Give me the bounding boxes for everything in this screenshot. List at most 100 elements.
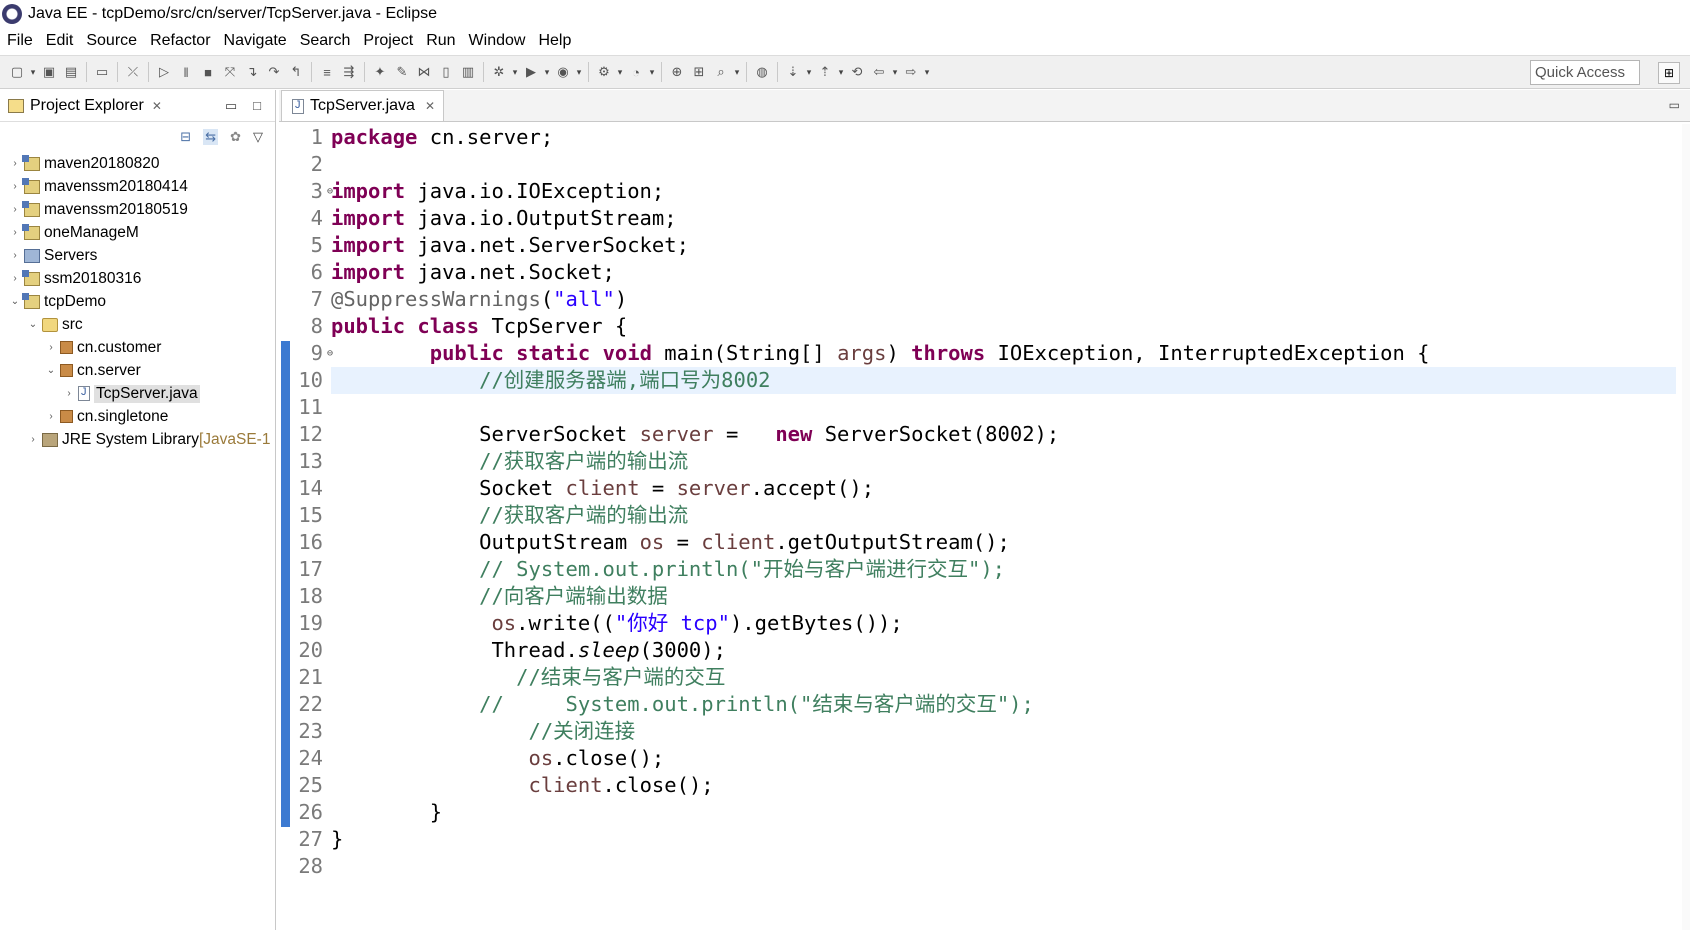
- tree-item[interactable]: › ssm20180316: [0, 267, 275, 290]
- run-icon[interactable]: ▶: [520, 61, 542, 83]
- menu-search[interactable]: Search: [293, 32, 357, 50]
- chevron-right-icon[interactable]: ›: [44, 342, 58, 353]
- terminal-icon[interactable]: ▭: [91, 61, 113, 83]
- chevron-right-icon[interactable]: ›: [62, 388, 76, 399]
- close-icon[interactable]: ✕: [425, 99, 435, 113]
- menu-window[interactable]: Window: [462, 32, 532, 50]
- tree-item[interactable]: › cn.customer: [0, 336, 275, 359]
- back-icon[interactable]: ⇦: [868, 61, 890, 83]
- chevron-right-icon[interactable]: ›: [44, 411, 58, 422]
- tree-item[interactable]: ⌄ cn.server: [0, 359, 275, 382]
- chevron-down-icon[interactable]: ⌄: [44, 365, 58, 376]
- code-line[interactable]: }: [331, 826, 1676, 853]
- debug-icon[interactable]: ✲: [488, 61, 510, 83]
- code-line[interactable]: package cn.server;: [331, 124, 1676, 151]
- last-edit-icon[interactable]: ⟲: [846, 61, 868, 83]
- open-task-icon[interactable]: ⊞: [688, 61, 710, 83]
- dropdown-arrow-icon[interactable]: ▾: [510, 67, 520, 78]
- quick-access-input[interactable]: Quick Access: [1530, 60, 1640, 85]
- code-line[interactable]: //获取客户端的输出流: [331, 502, 1676, 529]
- code-line[interactable]: //获取客户端的输出流: [331, 448, 1676, 475]
- vertical-scrollbar[interactable]: [1682, 124, 1690, 930]
- dropdown-arrow-icon[interactable]: ▾: [922, 67, 932, 78]
- tree-item[interactable]: › oneManageM: [0, 221, 275, 244]
- highlight-icon[interactable]: ⋈: [413, 61, 435, 83]
- new-java-project-icon[interactable]: ✦: [369, 61, 391, 83]
- code-line[interactable]: //关闭连接: [331, 718, 1676, 745]
- code-line[interactable]: [331, 853, 1676, 880]
- code-line[interactable]: // System.out.println("结束与客户端的交互");: [331, 691, 1676, 718]
- view-menu-icon[interactable]: ▽: [253, 129, 263, 145]
- toggle-mark-icon[interactable]: ✎: [391, 61, 413, 83]
- code-text[interactable]: package cn.server; import java.io.IOExce…: [331, 124, 1676, 880]
- terminate-icon[interactable]: ■: [197, 61, 219, 83]
- menu-refactor[interactable]: Refactor: [143, 32, 216, 50]
- tree-item[interactable]: › TcpServer.java: [0, 382, 275, 405]
- save-all-icon[interactable]: ▤: [60, 61, 82, 83]
- dropdown-arrow-icon[interactable]: ▾: [647, 67, 657, 78]
- tree-item[interactable]: › mavenssm20180414: [0, 175, 275, 198]
- collapse-all-icon[interactable]: ⊟: [180, 129, 191, 145]
- step-return-icon[interactable]: ↰: [285, 61, 307, 83]
- menu-source[interactable]: Source: [79, 32, 143, 50]
- forward-icon[interactable]: ⇨: [900, 61, 922, 83]
- tree-item[interactable]: › Servers: [0, 244, 275, 267]
- code-line[interactable]: //结束与客户端的交互: [331, 664, 1676, 691]
- code-line[interactable]: import java.io.IOException;: [331, 178, 1676, 205]
- dropdown-arrow-icon[interactable]: ▾: [836, 67, 846, 78]
- chevron-right-icon[interactable]: ›: [8, 227, 22, 238]
- dropdown-arrow-icon[interactable]: ▾: [615, 67, 625, 78]
- chevron-right-icon[interactable]: ›: [8, 181, 22, 192]
- open-perspective-icon[interactable]: ⊞: [1658, 62, 1680, 84]
- menu-edit[interactable]: Edit: [39, 32, 80, 50]
- tree-item[interactable]: › JRE System Library [JavaSE-1: [0, 428, 275, 451]
- tree-item[interactable]: › mavenssm20180519: [0, 198, 275, 221]
- prev-annotation-icon[interactable]: ⇡: [814, 61, 836, 83]
- chevron-right-icon[interactable]: ›: [8, 204, 22, 215]
- code-line[interactable]: [331, 151, 1676, 178]
- menu-navigate[interactable]: Navigate: [217, 32, 293, 50]
- code-line[interactable]: //创建服务器端,端口号为8002: [331, 367, 1676, 394]
- editor-tab-tcpserver[interactable]: TcpServer.java ✕: [281, 90, 444, 121]
- dropdown-arrow-icon[interactable]: ▾: [804, 67, 814, 78]
- menu-project[interactable]: Project: [356, 32, 419, 50]
- coverage-icon[interactable]: ◉: [552, 61, 574, 83]
- minimize-icon[interactable]: ▭: [1669, 98, 1680, 112]
- web-browser-icon[interactable]: ◍: [751, 61, 773, 83]
- code-line[interactable]: //向客户端输出数据: [331, 583, 1676, 610]
- resume-icon[interactable]: ▷: [153, 61, 175, 83]
- save-icon[interactable]: ▣: [38, 61, 60, 83]
- code-line[interactable]: import java.net.Socket;: [331, 259, 1676, 286]
- next-annotation-icon[interactable]: ⇣: [782, 61, 804, 83]
- code-line[interactable]: public class TcpServer {: [331, 313, 1676, 340]
- step-over-icon[interactable]: ↷: [263, 61, 285, 83]
- dropdown-arrow-icon[interactable]: ▾: [732, 67, 742, 78]
- code-line[interactable]: }: [331, 799, 1676, 826]
- block-selection-icon[interactable]: ▥: [457, 61, 479, 83]
- code-line[interactable]: [331, 394, 1676, 421]
- code-line[interactable]: client.close();: [331, 772, 1676, 799]
- link-with-editor-icon[interactable]: ⇆: [203, 129, 219, 145]
- new-icon[interactable]: ▢: [6, 61, 28, 83]
- menu-file[interactable]: File: [0, 32, 39, 50]
- show-whitespace-icon[interactable]: ▯: [435, 61, 457, 83]
- filter-icon[interactable]: ✿: [230, 129, 241, 145]
- tree-item[interactable]: › maven20180820: [0, 152, 275, 175]
- dropdown-arrow-icon[interactable]: ▾: [574, 67, 584, 78]
- search-icon[interactable]: ⌕: [710, 61, 732, 83]
- close-icon[interactable]: ✕: [152, 99, 162, 113]
- tree-item[interactable]: ⌄ tcpDemo: [0, 290, 275, 313]
- project-explorer-tab[interactable]: Project Explorer ✕ ▭ □: [0, 90, 275, 122]
- code-line[interactable]: os.write(("你好 tcp").getBytes());: [331, 610, 1676, 637]
- code-line[interactable]: os.close();: [331, 745, 1676, 772]
- chevron-right-icon[interactable]: ›: [8, 273, 22, 284]
- step-into-icon[interactable]: ↴: [241, 61, 263, 83]
- chevron-right-icon[interactable]: ›: [8, 158, 22, 169]
- code-line[interactable]: ServerSocket server = new ServerSocket(8…: [331, 421, 1676, 448]
- code-line[interactable]: Socket client = server.accept();: [331, 475, 1676, 502]
- use-step-filters-icon[interactable]: ⇶: [338, 61, 360, 83]
- chevron-down-icon[interactable]: ⌄: [26, 319, 40, 330]
- suspend-icon[interactable]: ‖: [175, 61, 197, 83]
- code-line[interactable]: public static void main(String[] args) t…: [331, 340, 1676, 367]
- code-line[interactable]: import java.io.OutputStream;: [331, 205, 1676, 232]
